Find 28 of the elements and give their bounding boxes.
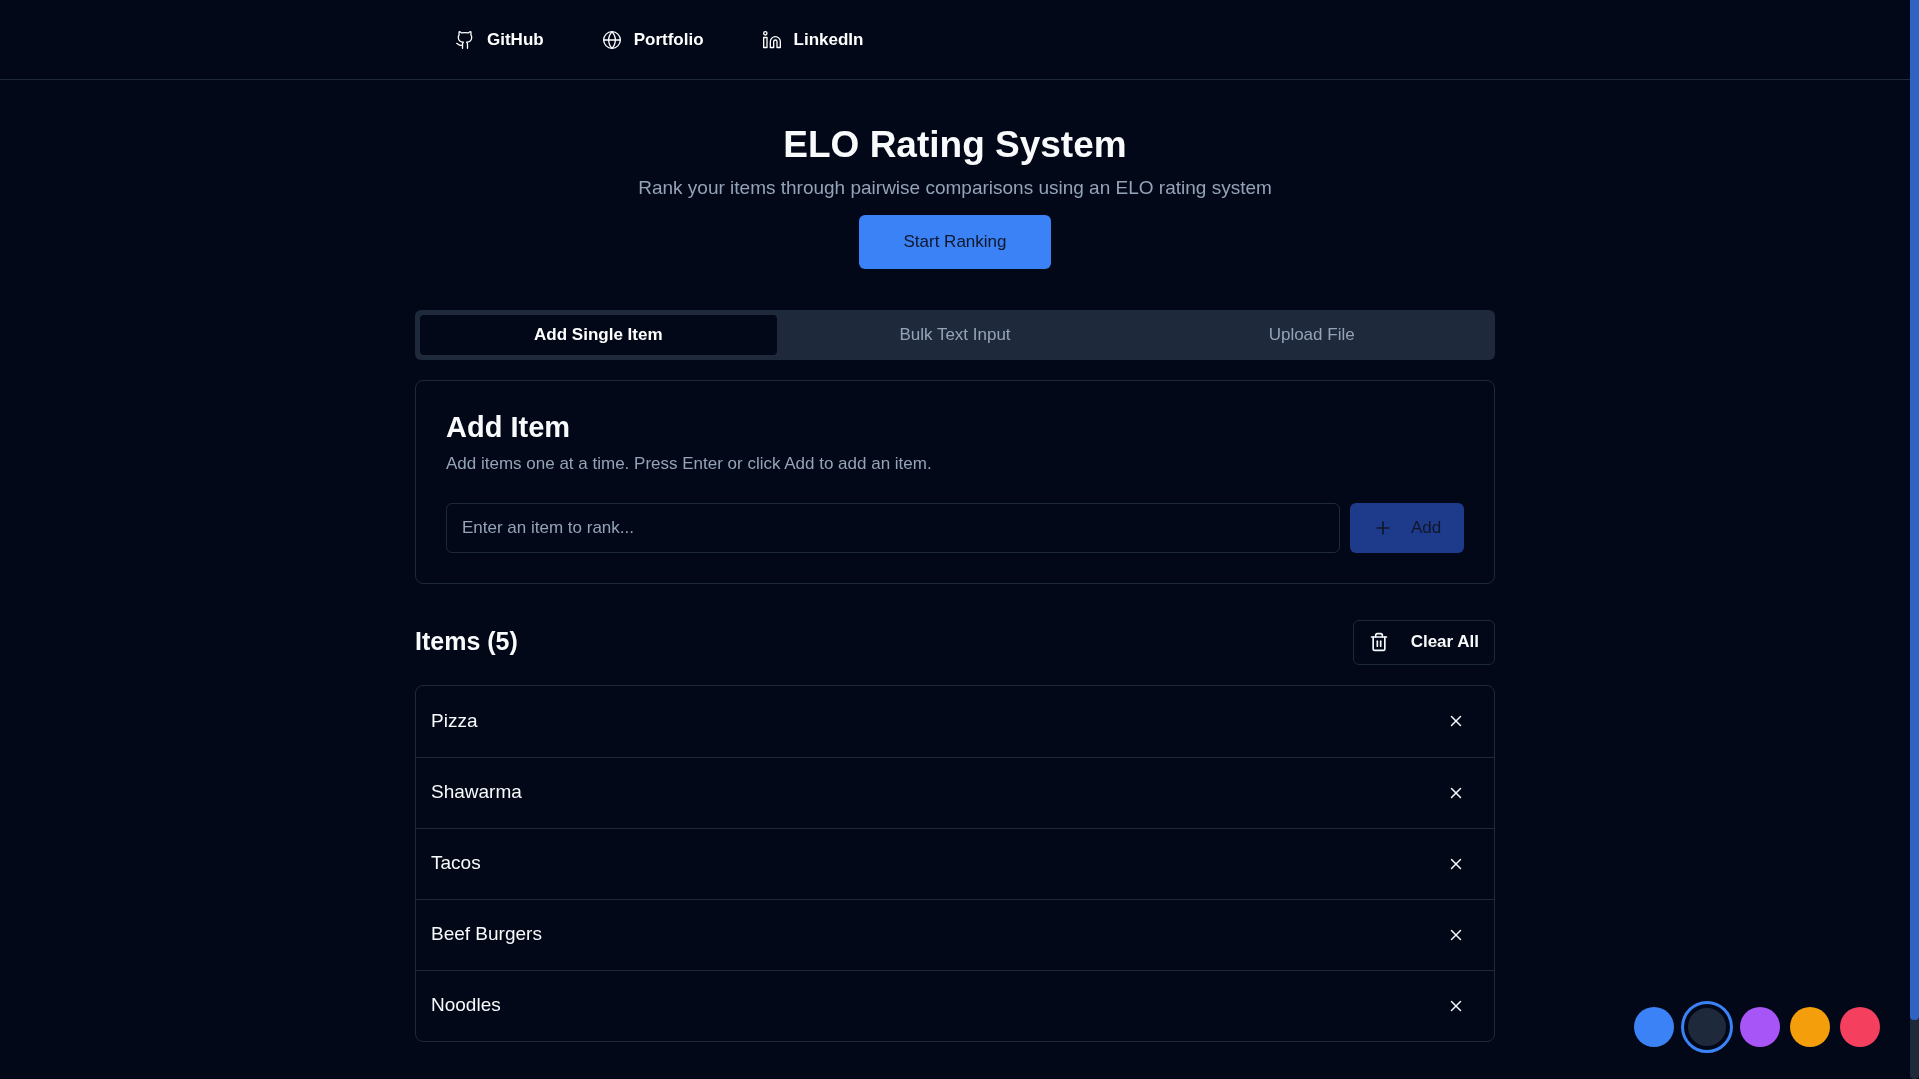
theme-swatch[interactable] <box>1740 1007 1780 1047</box>
item-name: Noodles <box>431 993 501 1018</box>
start-ranking-button[interactable]: Start Ranking <box>859 214 1051 269</box>
card-description: Add items one at a time. Press Enter or click Add to add an item. <box>446 453 933 475</box>
page-title: ELO Rating System <box>783 123 1127 167</box>
tab[interactable]: Add Single Item <box>420 314 777 355</box>
tab[interactable]: Upload File <box>1133 314 1490 355</box>
nav-link[interactable]: GitHub <box>455 26 544 53</box>
theme-swatch[interactable] <box>1790 1007 1830 1047</box>
theme-swatch[interactable] <box>1634 1007 1674 1047</box>
items-heading: Items (5) <box>415 626 518 658</box>
item-name: Tacos <box>431 851 481 876</box>
card-title: Add Item <box>446 409 572 445</box>
page-subtitle: Rank your items through pairwise comparisons using an ELO rating system <box>638 176 1272 201</box>
nav-link[interactable]: LinkedIn <box>761 26 864 53</box>
nav-link[interactable]: Portfolio <box>601 26 704 53</box>
linkedin-icon <box>761 29 782 50</box>
theme-swatch[interactable] <box>1684 1004 1730 1050</box>
trash-icon <box>1368 632 1389 652</box>
globe-icon <box>601 29 622 50</box>
tab[interactable]: Bulk Text Input <box>776 314 1134 355</box>
item-name: Pizza <box>431 708 478 733</box>
clear-all-button[interactable]: Clear All <box>1352 619 1495 665</box>
item-name: Beef Burgers <box>431 922 542 947</box>
github-icon <box>455 29 475 50</box>
theme-swatch[interactable] <box>1840 1007 1880 1047</box>
item-name: Shawarma <box>431 780 522 805</box>
item-input-field[interactable]: Enter an item to rank... <box>446 502 1340 553</box>
